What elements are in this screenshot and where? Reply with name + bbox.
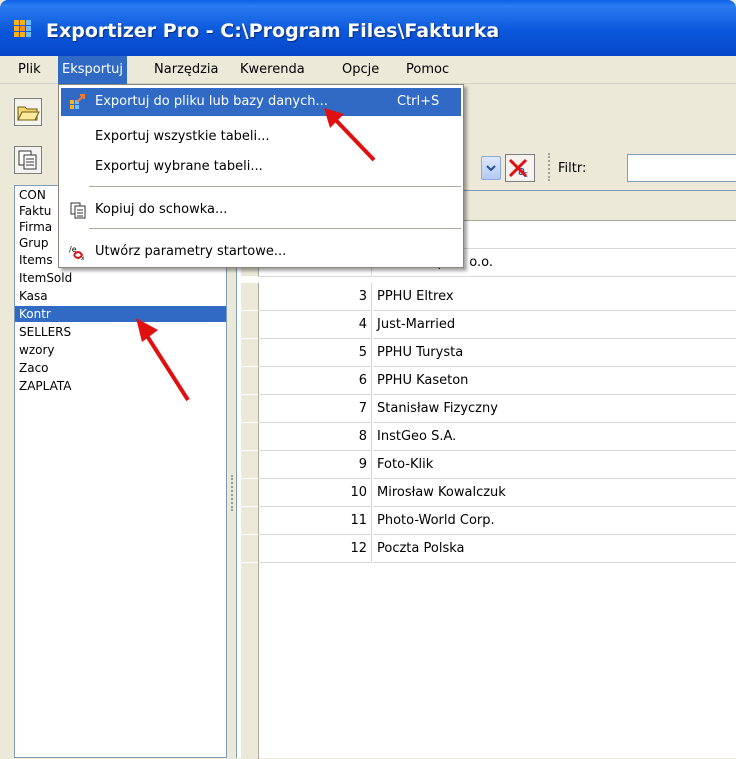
row-number: 7 (259, 395, 372, 423)
table-row[interactable]: 4 Just-Married (237, 311, 736, 339)
menu-bar: Plik Eksportuj Narzędzia Kwerenda Opcje … (0, 56, 736, 84)
row-name: Mirosław Kowalczuk (373, 479, 736, 507)
row-header[interactable] (241, 311, 259, 339)
clipboard-icon (70, 202, 86, 219)
menu-item-export-all-tables[interactable]: Exportuj wszystkie tabeli... (61, 123, 461, 151)
table-row[interactable]: 7 Stanisław Fizyczny (237, 395, 736, 423)
row-number: 4 (259, 311, 372, 339)
row-name: PPHU Eltrex (373, 283, 736, 311)
table-list: CON Faktu Firma Grup Items ItemSold Kasa… (14, 185, 227, 758)
menu-item-label: Kopiuj do schowka... (95, 202, 228, 217)
table-row[interactable]: 9 Foto-Klik (237, 451, 736, 479)
row-number: 11 (259, 507, 372, 535)
menu-opcje[interactable]: Opcje (338, 56, 383, 84)
table-row[interactable]: 5 PPHU Turysta (237, 339, 736, 367)
parameters-icon: /e x (69, 245, 85, 261)
row-number: 3 (259, 283, 372, 311)
row-header[interactable] (241, 339, 259, 367)
row-header[interactable] (241, 479, 259, 507)
row-name: PPHU Turysta (373, 339, 736, 367)
table-item[interactable]: ItemSold (15, 270, 226, 286)
menu-separator (89, 228, 461, 229)
menu-item-label: Utwórz parametry startowe... (95, 244, 287, 259)
row-header[interactable] (241, 283, 259, 311)
row-number: 9 (259, 451, 372, 479)
table-row[interactable]: 12 Poczta Polska (237, 535, 736, 563)
row-number: 10 (259, 479, 372, 507)
menu-item-label: Exportuj wszystkie tabeli... (95, 129, 270, 144)
row-number: 6 (259, 367, 372, 395)
row-name: PPHU Kaseton (373, 367, 736, 395)
row-number: 5 (259, 339, 372, 367)
row-header[interactable] (241, 507, 259, 535)
export-menu: Exportuj do pliku lub bazy danych... Ctr… (58, 84, 464, 268)
row-number: 8 (259, 423, 372, 451)
row-header-column (241, 563, 259, 759)
splitter-grip (231, 475, 233, 511)
menu-kwerenda[interactable]: Kwerenda (236, 56, 309, 84)
row-header[interactable] (241, 535, 259, 563)
menu-separator (89, 186, 461, 187)
table-row[interactable]: 6 PPHU Kaseton (237, 367, 736, 395)
svg-text:x: x (81, 255, 85, 261)
row-header[interactable] (241, 451, 259, 479)
folder-open-icon (17, 106, 40, 121)
menu-item-shortcut: Ctrl+S (397, 94, 440, 109)
table-row[interactable]: 3 PPHU Eltrex (237, 283, 736, 311)
table-row[interactable]: 11 Photo-World Corp. (237, 507, 736, 535)
copy-icon (18, 150, 37, 170)
annotation-arrow-icon (136, 318, 190, 402)
data-grid: 1... 2Petenal Sp. z. o.o. 3PPHU Eltrex 4… (236, 190, 736, 759)
menu-item-label: Exportuj wybrane tabeli... (95, 159, 263, 174)
menu-pomoc[interactable]: Pomoc (402, 56, 453, 84)
clear-filter-icon: a c (508, 158, 528, 180)
menu-item-create-startup-parameters[interactable]: /e x Utwórz parametry startowe... (61, 238, 461, 266)
panel-splitter[interactable] (228, 185, 236, 758)
row-name: Just-Married (373, 311, 736, 339)
menu-narzedzia[interactable]: Narzędzia (150, 56, 223, 84)
clear-filter-button[interactable]: a c (505, 154, 535, 182)
menu-eksportuj[interactable]: Eksportuj (58, 56, 128, 84)
chevron-down-icon (486, 165, 496, 172)
row-number: 12 (259, 535, 372, 563)
menu-item-label: Exportuj do pliku lub bazy danych... (95, 94, 328, 109)
title-bar: Exportizer Pro - C:\Program Files\Faktur… (0, 0, 736, 56)
table-row[interactable]: 10 Mirosław Kowalczuk (237, 479, 736, 507)
row-name: Photo-World Corp. (373, 507, 736, 535)
app-icon (14, 20, 36, 38)
row-name: InstGeo S.A. (373, 423, 736, 451)
table-item[interactable]: Kasa (15, 288, 226, 304)
row-header[interactable] (241, 367, 259, 395)
field-combo-dropdown[interactable] (481, 156, 501, 180)
filter-label: Filtr: (558, 161, 587, 176)
row-name: Foto-Klik (373, 451, 736, 479)
menu-plik[interactable]: Plik (14, 56, 45, 84)
table-row[interactable]: 8 InstGeo S.A. (237, 423, 736, 451)
row-name: Stanisław Fizyczny (373, 395, 736, 423)
annotation-arrow-icon (324, 108, 376, 162)
toolbar-separator (548, 153, 550, 181)
copy-table-button[interactable] (14, 146, 42, 174)
export-icon (70, 94, 85, 109)
menu-item-copy-to-clipboard[interactable]: Kopiuj do schowka... (61, 196, 461, 224)
row-header[interactable] (241, 395, 259, 423)
row-header[interactable] (241, 423, 259, 451)
open-folder-button[interactable] (14, 98, 42, 126)
menu-item-export-to-file[interactable]: Exportuj do pliku lub bazy danych... Ctr… (61, 88, 461, 116)
menu-item-export-selected-tables[interactable]: Exportuj wybrane tabeli... (61, 153, 461, 181)
filter-input[interactable] (627, 154, 736, 182)
window-title: Exportizer Pro - C:\Program Files\Faktur… (46, 20, 500, 42)
row-name: Poczta Polska (373, 535, 736, 563)
